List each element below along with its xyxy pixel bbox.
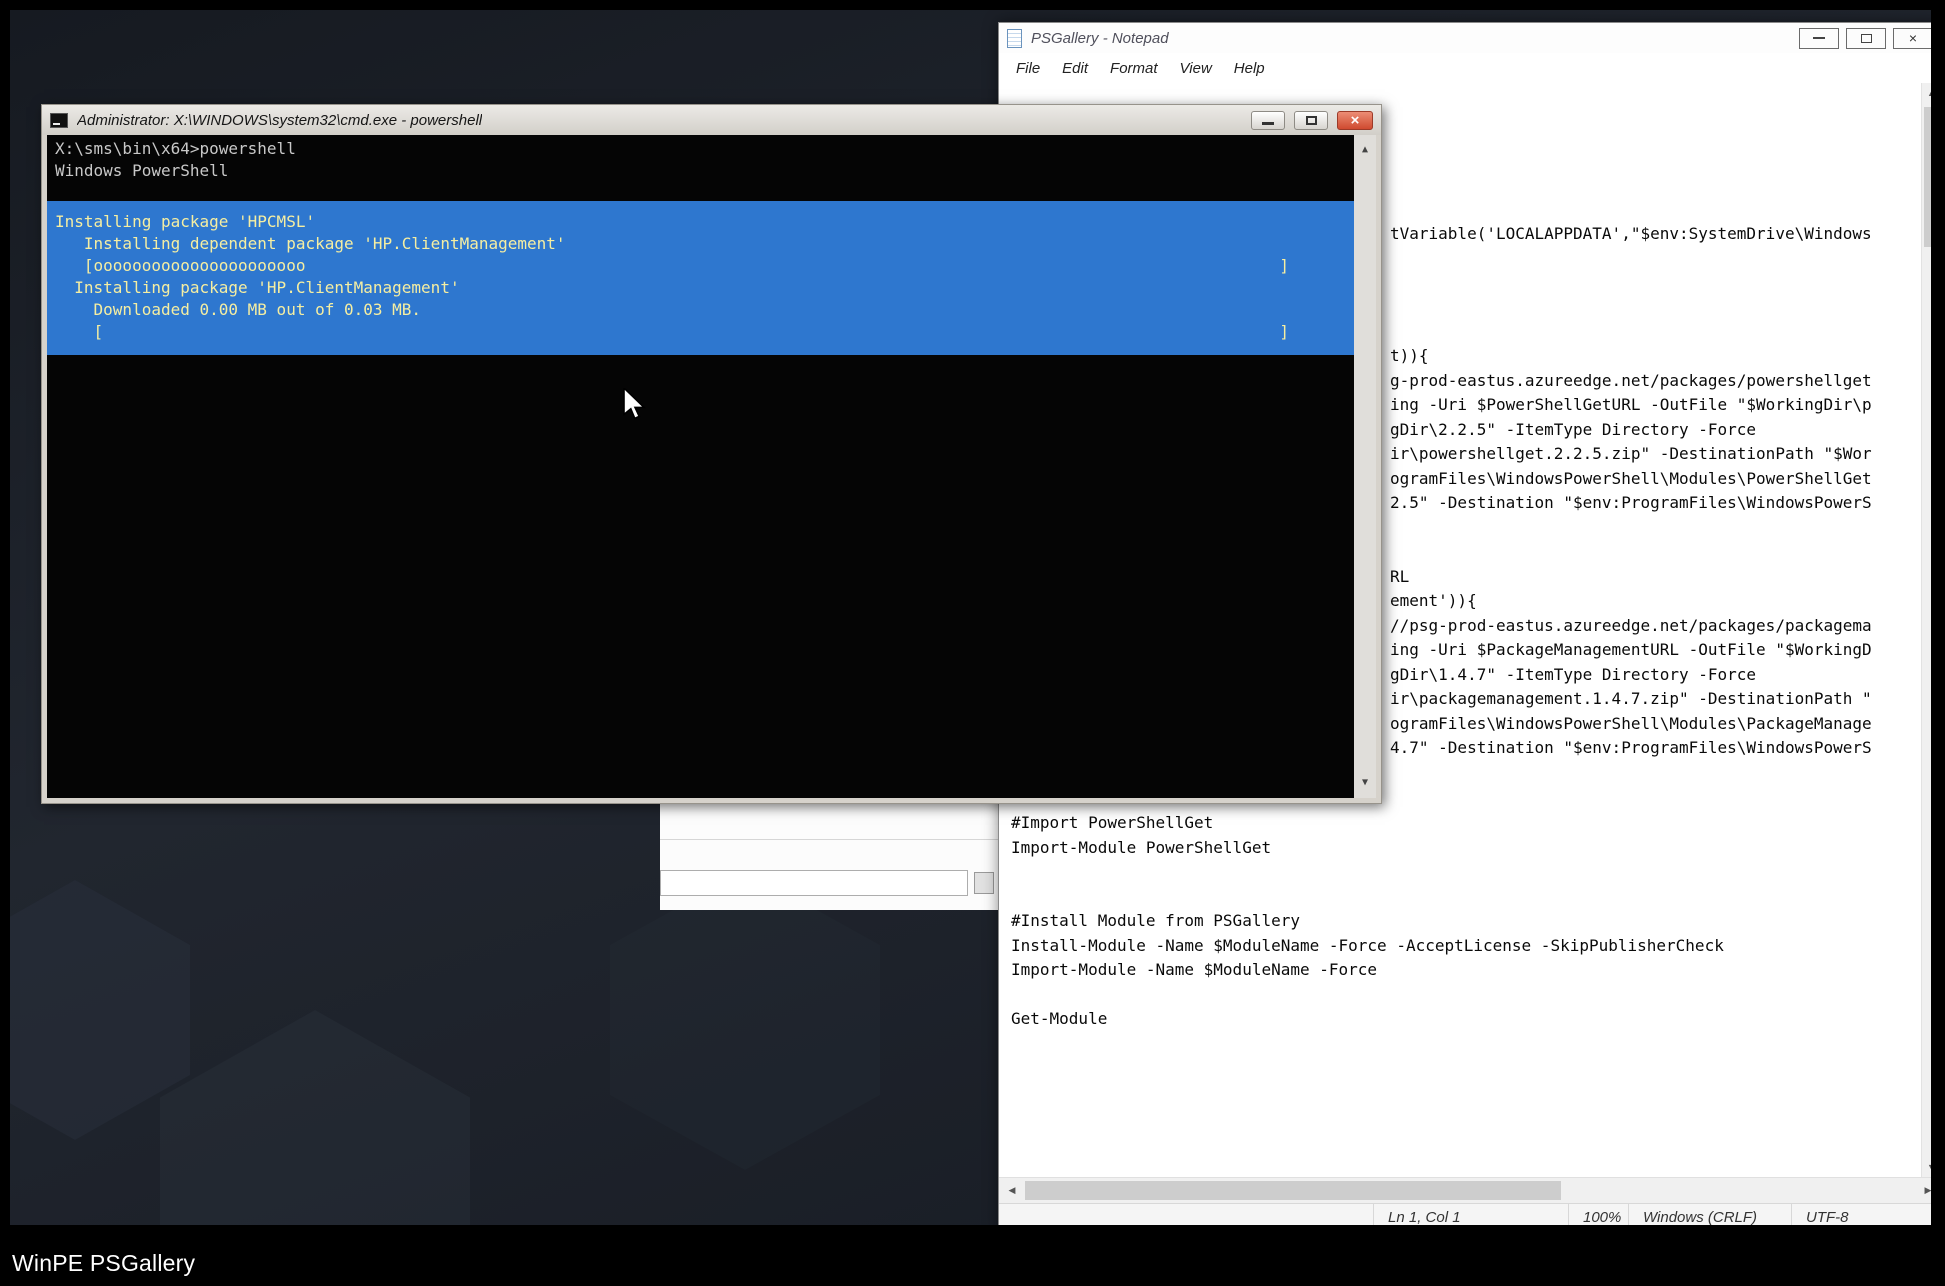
cmd-window-controls: × bbox=[1251, 111, 1373, 130]
notepad-horizontal-scrollbar[interactable]: ◀ ▶ bbox=[999, 1177, 1931, 1203]
status-line-col: Ln 1, Col 1 bbox=[1373, 1204, 1568, 1225]
console[interactable]: X:\sms\bin\x64>powershell Windows PowerS… bbox=[47, 135, 1376, 798]
cmd-icon bbox=[50, 113, 68, 128]
scroll-down-icon[interactable]: ▼ bbox=[1922, 1162, 1931, 1172]
notepad-title: PSGallery - Notepad bbox=[1031, 30, 1169, 47]
notepad-maximize-button[interactable] bbox=[1846, 28, 1886, 49]
scroll-up-icon[interactable]: ▲ bbox=[1362, 139, 1368, 161]
menu-item-edit[interactable]: Edit bbox=[1051, 60, 1099, 77]
background-window-divider bbox=[660, 839, 998, 840]
status-spacer bbox=[999, 1204, 1373, 1225]
cmd-title: Administrator: X:\WINDOWS\system32\cmd.e… bbox=[77, 112, 482, 129]
video-frame: PSGallery - Notepad × File Edit Format V… bbox=[0, 0, 1945, 1286]
console-output: X:\sms\bin\x64>powershell Windows PowerS… bbox=[47, 135, 1376, 182]
hexagon-decoration bbox=[610, 870, 880, 1170]
horizontal-scroll-thumb[interactable] bbox=[1025, 1181, 1561, 1200]
console-scrollbar[interactable]: ▲ ▼ bbox=[1354, 135, 1376, 798]
cmd-maximize-button[interactable] bbox=[1294, 111, 1328, 130]
maximize-icon bbox=[1861, 34, 1872, 43]
status-eol: Windows (CRLF) bbox=[1628, 1204, 1791, 1225]
notepad-window-controls: × bbox=[1792, 28, 1931, 49]
notepad-titlebar[interactable]: PSGallery - Notepad × bbox=[999, 23, 1931, 53]
progress-bar-close-bracket: ] bbox=[1279, 321, 1289, 343]
status-zoom[interactable]: 100% bbox=[1568, 1204, 1628, 1225]
menu-item-format[interactable]: Format bbox=[1099, 60, 1169, 77]
scroll-up-icon[interactable]: ▲ bbox=[1922, 88, 1931, 98]
video-caption: WinPE PSGallery bbox=[12, 1250, 195, 1277]
notepad-vertical-scrollbar[interactable]: ▲ ▼ bbox=[1921, 83, 1931, 1177]
cmd-icon-prompt bbox=[53, 123, 60, 125]
scroll-right-icon[interactable]: ▶ bbox=[1917, 1178, 1931, 1203]
cmd-minimize-button[interactable] bbox=[1251, 111, 1285, 130]
menu-item-help[interactable]: Help bbox=[1223, 60, 1276, 77]
background-window-button[interactable] bbox=[974, 872, 994, 894]
vertical-scroll-thumb[interactable] bbox=[1924, 107, 1931, 247]
minimize-icon bbox=[1813, 37, 1825, 39]
hexagon-decoration bbox=[160, 1010, 470, 1225]
progress-bar-close-bracket: ] bbox=[1279, 255, 1289, 277]
powershell-progress: Installing package 'HPCMSL' Installing d… bbox=[47, 201, 1354, 355]
notepad-menubar: File Edit Format View Help bbox=[999, 53, 1931, 83]
notepad-icon bbox=[1007, 29, 1022, 48]
cmd-titlebar[interactable]: Administrator: X:\WINDOWS\system32\cmd.e… bbox=[42, 105, 1381, 135]
maximize-icon bbox=[1306, 116, 1317, 125]
background-window-field[interactable] bbox=[660, 870, 968, 896]
cmd-close-button[interactable]: × bbox=[1337, 111, 1373, 130]
background-window bbox=[660, 804, 998, 910]
powershell-progress-text: Installing package 'HPCMSL' Installing d… bbox=[47, 201, 1354, 355]
desktop: PSGallery - Notepad × File Edit Format V… bbox=[10, 10, 1931, 1225]
menu-item-file[interactable]: File bbox=[1005, 60, 1051, 77]
notepad-script-text: #Import PowerShellGet Import-Module Powe… bbox=[1011, 811, 1724, 1032]
mouse-cursor bbox=[622, 388, 648, 420]
scroll-down-icon[interactable]: ▼ bbox=[1362, 772, 1368, 794]
status-encoding: UTF-8 bbox=[1791, 1204, 1931, 1225]
minimize-icon bbox=[1262, 122, 1274, 125]
notepad-close-button[interactable]: × bbox=[1893, 28, 1931, 49]
scroll-left-icon[interactable]: ◀ bbox=[1001, 1178, 1023, 1203]
notepad-minimize-button[interactable] bbox=[1799, 28, 1839, 49]
menu-item-view[interactable]: View bbox=[1169, 60, 1223, 77]
cmd-window: Administrator: X:\WINDOWS\system32\cmd.e… bbox=[41, 104, 1382, 804]
notepad-clipped-script-text: tVariable('LOCALAPPDATA',"$env:SystemDri… bbox=[1390, 99, 1872, 785]
notepad-status-bar: Ln 1, Col 1 100% Windows (CRLF) UTF-8 bbox=[999, 1203, 1931, 1225]
